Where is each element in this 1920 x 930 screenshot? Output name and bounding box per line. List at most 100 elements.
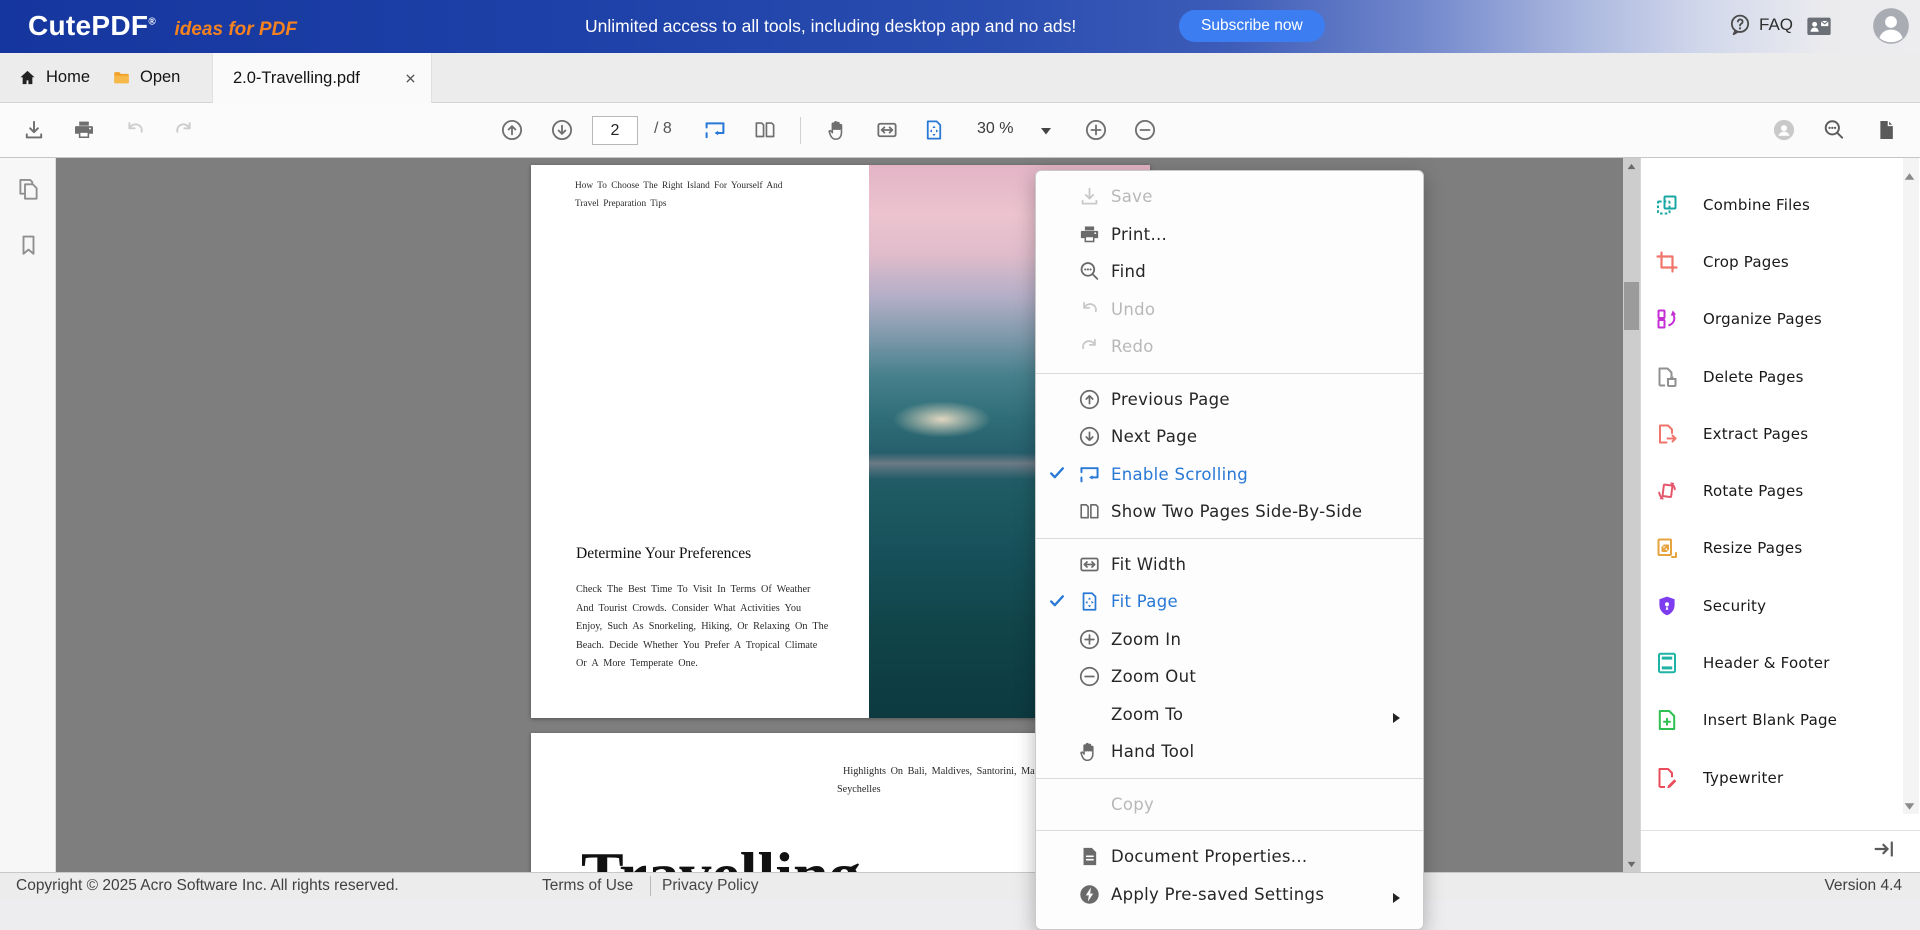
redo-icon bbox=[1076, 335, 1102, 359]
tab-open[interactable]: Open bbox=[112, 53, 180, 102]
menu-divider bbox=[1036, 830, 1423, 831]
pdf-page2-caption-line2: Seychelles bbox=[837, 784, 881, 795]
redo-button[interactable] bbox=[169, 115, 199, 145]
panel-item-extract-pages[interactable]: Extract Pages bbox=[1641, 405, 1920, 462]
two-pages-icon bbox=[1076, 500, 1102, 524]
menu-item-fit-page[interactable]: Fit Page bbox=[1036, 583, 1423, 621]
zoom-out-button[interactable] bbox=[1130, 115, 1160, 145]
menu-divider bbox=[1036, 373, 1423, 374]
vertical-scrollbar[interactable] bbox=[1623, 158, 1640, 872]
enable-scrolling-button[interactable] bbox=[700, 115, 730, 145]
shield-icon bbox=[1655, 594, 1679, 618]
submenu-arrow-icon bbox=[1392, 709, 1401, 721]
undo-button[interactable] bbox=[120, 115, 150, 145]
account-status-button[interactable] bbox=[1769, 115, 1799, 145]
toolbar-separator bbox=[800, 117, 801, 144]
footer-divider bbox=[650, 876, 651, 896]
crop-icon bbox=[1655, 250, 1679, 274]
subscribe-button[interactable]: Subscribe now bbox=[1179, 10, 1325, 42]
menu-item-print[interactable]: Print... bbox=[1036, 216, 1423, 254]
panel-scrollbar[interactable] bbox=[1903, 158, 1919, 814]
panel-item-combine-files[interactable]: Combine Files bbox=[1641, 176, 1920, 233]
collapse-panel-icon[interactable] bbox=[1872, 837, 1898, 863]
panel-item-security[interactable]: Security bbox=[1641, 577, 1920, 634]
rotate-pages-icon bbox=[1655, 479, 1679, 503]
user-avatar[interactable] bbox=[1872, 7, 1910, 45]
menu-item-redo[interactable]: Redo bbox=[1036, 328, 1423, 366]
close-icon[interactable] bbox=[404, 72, 417, 85]
insert-blank-page-icon bbox=[1655, 708, 1679, 732]
combine-files-icon bbox=[1655, 193, 1679, 217]
panel-item-rotate-pages[interactable]: Rotate Pages bbox=[1641, 462, 1920, 519]
menu-item-previous-page[interactable]: Previous Page bbox=[1036, 381, 1423, 419]
pages-icon bbox=[16, 178, 41, 203]
context-menu: Save Print... Find Undo Redo Previous Pa… bbox=[1035, 170, 1424, 930]
panel-scroll-up-arrow[interactable] bbox=[1904, 168, 1915, 177]
find-button[interactable] bbox=[1819, 115, 1849, 145]
page-number-input[interactable] bbox=[592, 116, 638, 145]
menu-item-zoom-out[interactable]: Zoom Out bbox=[1036, 658, 1423, 696]
menu-item-undo[interactable]: Undo bbox=[1036, 291, 1423, 329]
terms-link[interactable]: Terms of Use bbox=[542, 877, 633, 895]
app-logo: CutePDF® ideas for PDF bbox=[28, 10, 297, 42]
panel-scroll-down-arrow[interactable] bbox=[1904, 798, 1915, 807]
panel-item-typewriter[interactable]: Typewriter bbox=[1641, 749, 1920, 806]
next-page-button[interactable] bbox=[547, 115, 577, 145]
bookmark-icon bbox=[16, 233, 41, 258]
zoom-out-icon bbox=[1133, 118, 1157, 142]
download-button[interactable] bbox=[19, 115, 49, 145]
panel-item-organize-pages[interactable]: Organize Pages bbox=[1641, 291, 1920, 348]
print-button[interactable] bbox=[69, 115, 99, 145]
menu-divider bbox=[1036, 538, 1423, 539]
top-banner: CutePDF® ideas for PDF Unlimited access … bbox=[0, 0, 1920, 53]
redo-icon bbox=[172, 118, 196, 142]
promo-text: Unlimited access to all tools, including… bbox=[585, 16, 1076, 37]
fit-width-button[interactable] bbox=[872, 115, 902, 145]
resize-pages-icon bbox=[1655, 536, 1679, 560]
menu-item-document-properties[interactable]: Document Properties... bbox=[1036, 838, 1423, 876]
pdf-page1-title: How To Choose The Right Island For Yours… bbox=[575, 177, 782, 213]
scrollbar-thumb[interactable] bbox=[1624, 282, 1639, 330]
version-label: Version 4.4 bbox=[1824, 877, 1902, 895]
menu-item-fit-width[interactable]: Fit Width bbox=[1036, 546, 1423, 584]
menu-item-zoom-in[interactable]: Zoom In bbox=[1036, 621, 1423, 659]
tab-document[interactable]: 2.0-Travelling.pdf bbox=[212, 53, 432, 103]
panel-item-delete-pages[interactable]: Delete Pages bbox=[1641, 348, 1920, 405]
chevron-down-icon[interactable] bbox=[1040, 126, 1052, 136]
contact-icon[interactable] bbox=[1806, 15, 1832, 37]
zoom-level-display[interactable]: 30 % bbox=[977, 120, 1013, 138]
menu-item-zoom-to[interactable]: Zoom To bbox=[1036, 696, 1423, 734]
previous-page-button[interactable] bbox=[497, 115, 527, 145]
delete-pages-icon bbox=[1655, 365, 1679, 389]
faq-button[interactable]: FAQ bbox=[1728, 13, 1793, 37]
privacy-link[interactable]: Privacy Policy bbox=[662, 877, 758, 895]
menu-item-apply-presaved[interactable]: Apply Pre-saved Settings bbox=[1036, 876, 1423, 914]
menu-item-find[interactable]: Find bbox=[1036, 253, 1423, 291]
zoom-in-button[interactable] bbox=[1081, 115, 1111, 145]
registered-mark: ® bbox=[148, 17, 156, 28]
panel-item-resize-pages[interactable]: Resize Pages bbox=[1641, 520, 1920, 577]
panel-item-crop-pages[interactable]: Crop Pages bbox=[1641, 233, 1920, 290]
fit-page-button[interactable] bbox=[919, 115, 949, 145]
content-area: How To Choose The Right Island For Yours… bbox=[0, 158, 1920, 872]
scroll-up-arrow[interactable] bbox=[1623, 158, 1640, 174]
menu-item-save[interactable]: Save bbox=[1036, 178, 1423, 216]
menu-item-two-pages[interactable]: Show Two Pages Side-By-Side bbox=[1036, 493, 1423, 531]
two-pages-button[interactable] bbox=[750, 115, 780, 145]
fit-width-icon bbox=[1076, 552, 1102, 576]
bookmarks-button[interactable] bbox=[16, 233, 41, 258]
menu-item-copy[interactable]: Copy bbox=[1036, 786, 1423, 824]
lightning-circle-icon bbox=[1076, 882, 1102, 906]
menu-item-hand-tool[interactable]: Hand Tool bbox=[1036, 733, 1423, 771]
menu-item-enable-scrolling[interactable]: Enable Scrolling bbox=[1036, 456, 1423, 494]
panel-item-insert-blank-page[interactable]: Insert Blank Page bbox=[1641, 692, 1920, 749]
page-thumbnails-button[interactable] bbox=[16, 178, 41, 203]
scroll-mode-icon bbox=[1076, 462, 1102, 486]
scroll-down-arrow[interactable] bbox=[1623, 856, 1640, 872]
document-info-button[interactable] bbox=[1871, 115, 1901, 145]
extract-pages-icon bbox=[1655, 422, 1679, 446]
panel-item-header-footer[interactable]: Header & Footer bbox=[1641, 634, 1920, 691]
menu-item-next-page[interactable]: Next Page bbox=[1036, 418, 1423, 456]
tab-home[interactable]: Home bbox=[18, 53, 90, 102]
hand-tool-button[interactable] bbox=[823, 115, 853, 145]
